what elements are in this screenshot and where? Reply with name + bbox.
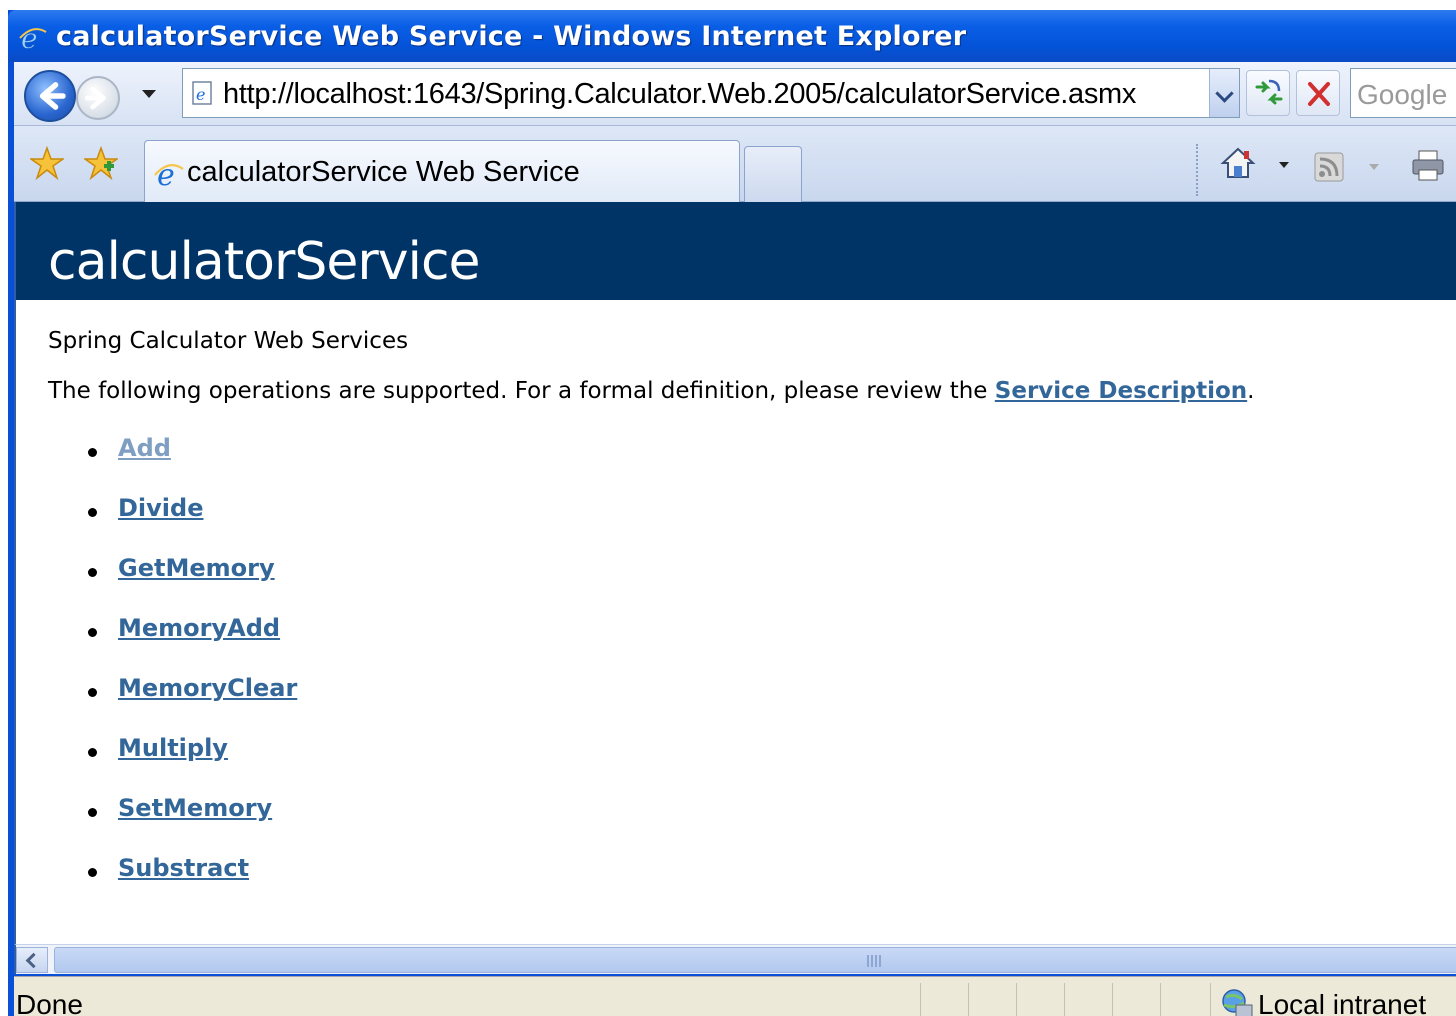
status-text: Done [16,989,83,1016]
home-dropdown-icon[interactable] [1279,162,1289,168]
back-button[interactable] [24,70,76,122]
status-divider [1210,983,1211,1016]
tab-label: calculatorService Web Service [187,156,580,188]
toolbar-separator [1196,144,1198,196]
operation-link-memoryadd[interactable]: MemoryAdd [118,614,280,642]
status-divider [1016,983,1017,1016]
service-banner: calculatorService [16,202,1456,300]
feeds-dropdown-icon[interactable] [1369,164,1379,170]
feeds-icon[interactable] [1314,152,1344,182]
add-favorites-icon[interactable] [84,146,118,180]
ie-logo-icon: e [19,22,47,52]
refresh-button[interactable] [1246,70,1290,116]
new-tab-button[interactable] [744,146,802,202]
home-icon[interactable] [1220,146,1256,180]
search-placeholder[interactable]: Google [1357,79,1447,111]
operations-intro: The following operations are supported. … [48,378,1254,404]
scroll-left-icon[interactable] [16,947,48,973]
forward-button[interactable] [76,76,120,120]
bullet-icon [88,808,97,817]
intro-period: . [1247,378,1255,404]
operation-link-getmemory[interactable]: GetMemory [118,554,275,582]
window-title: calculatorService Web Service - Windows … [56,21,967,52]
search-box[interactable]: Google [1350,68,1456,118]
page-title: calculatorService [48,232,481,292]
stop-icon [1308,82,1330,106]
bullet-icon [88,868,97,877]
status-divider [1160,983,1161,1016]
favorites-star-icon[interactable] [30,146,64,180]
status-divider [968,983,969,1016]
page-content: calculatorService Spring Calculator Web … [14,202,1456,944]
bullet-icon [88,448,97,457]
navigation-bar: e http://localhost:1643/Spring.Calculato… [14,62,1456,126]
service-description-link[interactable]: Service Description [995,378,1247,404]
bullet-icon [88,508,97,517]
address-bar[interactable]: e http://localhost:1643/Spring.Calculato… [182,68,1240,118]
intro-text: The following operations are supported. … [48,378,995,404]
operation-link-setmemory[interactable]: SetMemory [118,794,272,822]
status-bar: Done Local intranet [14,976,1456,1016]
security-zone-label[interactable]: Local intranet [1258,989,1426,1016]
intranet-zone-icon [1222,989,1253,1016]
scrollbar-grip-icon [867,955,883,967]
operation-link-substract[interactable]: Substract [118,854,249,882]
svg-text:e: e [196,85,205,104]
address-url[interactable]: http://localhost:1643/Spring.Calculator.… [223,78,1136,111]
print-icon[interactable] [1410,148,1446,182]
operation-link-multiply[interactable]: Multiply [118,734,228,762]
stop-button[interactable] [1296,70,1340,116]
status-divider [1112,983,1113,1016]
status-divider [920,983,921,1016]
title-bar[interactable]: e calculatorService Web Service - Window… [8,10,1456,62]
service-subtitle: Spring Calculator Web Services [48,328,409,354]
tab-bar: e calculatorService Web Service [14,126,1456,202]
bullet-icon [88,628,97,637]
horizontal-scrollbar[interactable] [14,944,1456,974]
page-ie-icon: e [192,81,212,105]
bullet-icon [88,568,97,577]
status-divider [1064,983,1065,1016]
recent-pages-dropdown-icon[interactable] [142,90,156,98]
bullet-icon [88,688,97,697]
svg-text:e: e [21,22,38,52]
scrollbar-thumb[interactable] [54,947,1456,973]
forward-arrow-icon [84,86,106,110]
refresh-icon [1255,79,1283,105]
operation-link-divide[interactable]: Divide [118,494,203,522]
browser-window: e calculatorService Web Service - Window… [8,10,1456,1016]
operation-link-memoryclear[interactable]: MemoryClear [118,674,297,702]
ie-tab-icon: e [154,158,184,189]
address-dropdown-icon[interactable] [1209,69,1239,117]
back-arrow-icon [39,82,66,110]
operation-link-add[interactable]: Add [118,434,171,462]
bullet-icon [88,748,97,757]
tab-calculator-service[interactable]: e calculatorService Web Service [144,140,740,202]
svg-text:e: e [157,158,175,189]
